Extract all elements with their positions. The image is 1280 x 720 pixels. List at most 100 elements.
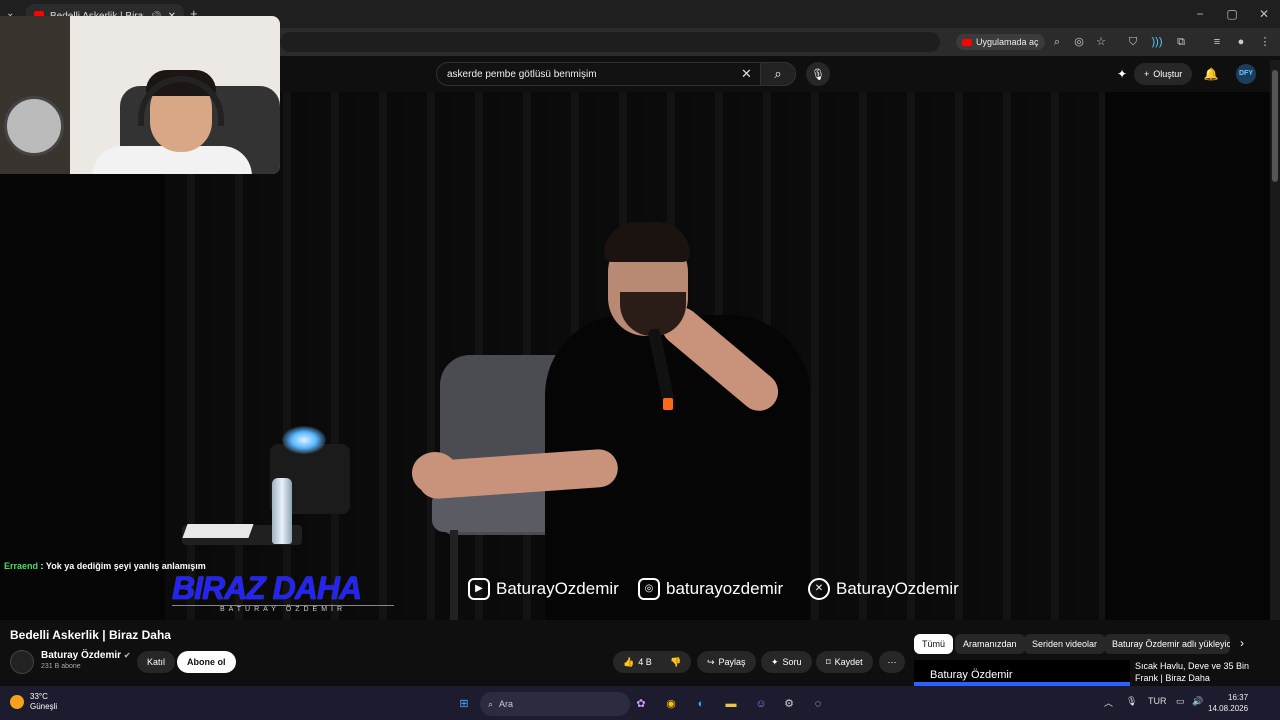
join-label: Katıl bbox=[147, 657, 166, 667]
profile-icon[interactable]: ● bbox=[1232, 33, 1250, 51]
eye-off-icon[interactable]: ◎ bbox=[1070, 33, 1088, 51]
microphone-icon: 🎙 bbox=[811, 68, 825, 81]
microphone-tip bbox=[663, 398, 673, 410]
stage-light bbox=[282, 426, 326, 454]
verified-icon: ✔ bbox=[123, 651, 131, 660]
x-icon: ✕ bbox=[808, 578, 830, 600]
like-button[interactable]: 👍 4 B bbox=[613, 651, 662, 673]
account-avatar[interactable]: DFY bbox=[1236, 64, 1256, 84]
edge-icon[interactable]: ◐ bbox=[691, 694, 711, 714]
join-button[interactable]: Katıl bbox=[137, 651, 176, 673]
copilot-icon[interactable]: ✿ bbox=[631, 694, 651, 714]
show-logo: BIRAZ DAHA BATURAY ÖZDEMİR bbox=[172, 570, 394, 613]
share-button[interactable]: ↪ Paylaş bbox=[697, 651, 756, 673]
clock[interactable]: 16:37 14.08.2026 bbox=[1208, 692, 1248, 714]
water-bottle bbox=[272, 478, 292, 544]
social-instagram: ◎ baturayozdemir bbox=[638, 578, 783, 600]
address-bar[interactable] bbox=[280, 32, 940, 52]
taskbar-search-placeholder: Ara bbox=[499, 699, 514, 709]
weather-widget[interactable]: 33°C Güneşli bbox=[10, 692, 57, 712]
search-button[interactable]: ⌕ bbox=[760, 62, 796, 86]
recommendation-title[interactable]: Sıcak Havlu, Deve ve 35 Bin Frank | Bira… bbox=[1135, 660, 1255, 684]
more-icon: ⋯ bbox=[887, 656, 897, 667]
voice-search-button[interactable]: 🎙 bbox=[806, 62, 830, 86]
bookmark-icon: ⌑ bbox=[826, 656, 831, 667]
social-handle: BaturayOzdemir bbox=[496, 579, 619, 598]
subscribe-button[interactable]: Abone ol bbox=[177, 651, 236, 673]
search-icon: ⌕ bbox=[488, 698, 494, 709]
comedian-hair bbox=[604, 222, 690, 262]
taskbar-search[interactable]: ⌕ Ara bbox=[480, 692, 630, 716]
audio-extension-icon[interactable]: ))) bbox=[1148, 33, 1166, 51]
social-handle: BaturayOzdemir bbox=[836, 579, 959, 598]
network-icon[interactable]: ▭ bbox=[1176, 696, 1185, 707]
create-label: Oluştur bbox=[1153, 69, 1183, 79]
subscribe-label: Abone ol bbox=[187, 657, 226, 667]
dislike-button[interactable]: 👎 bbox=[660, 651, 692, 673]
thumbs-up-icon: 👍 bbox=[623, 656, 635, 667]
extensions-icon[interactable]: ⧉ bbox=[1172, 33, 1190, 51]
recommendation-thumbnail[interactable]: Baturay Özdemir bbox=[914, 660, 1130, 688]
webcam-overlay bbox=[0, 16, 280, 174]
chip-series[interactable]: Seriden videolar bbox=[1024, 634, 1106, 654]
ask-button[interactable]: ✦ Soru bbox=[761, 651, 812, 673]
plus-icon: + bbox=[1144, 69, 1150, 79]
chip-from-search[interactable]: Aramanızdan bbox=[955, 634, 1025, 654]
weather-condition: Güneşli bbox=[30, 702, 58, 711]
scrollbar-thumb[interactable] bbox=[1272, 70, 1278, 182]
file-explorer-icon[interactable]: ▬ bbox=[721, 694, 741, 714]
microphone-tray-icon[interactable]: 🎙 bbox=[1126, 696, 1137, 707]
sparkle-icon: ✦ bbox=[771, 656, 779, 667]
temperature: 33°C bbox=[30, 692, 48, 701]
social-x: ✕ BaturayOzdemir bbox=[808, 578, 959, 600]
chrome-icon[interactable]: ◉ bbox=[661, 694, 681, 714]
search-input[interactable] bbox=[447, 68, 785, 80]
menu-icon[interactable]: ⋮ bbox=[1256, 33, 1274, 51]
social-handle: baturayozdemir bbox=[666, 579, 784, 598]
save-button[interactable]: ⌑ Kaydet bbox=[816, 651, 873, 673]
open-in-app-label: Uygulamada aç bbox=[976, 37, 1039, 47]
channel-name-text: Baturay Özdemir bbox=[41, 650, 122, 661]
chips-next-icon[interactable]: › bbox=[1240, 636, 1244, 650]
time: 16:37 bbox=[1228, 693, 1249, 702]
papers bbox=[182, 524, 254, 538]
shield-icon[interactable]: ⛉ bbox=[1124, 33, 1142, 51]
channel-avatar[interactable] bbox=[10, 650, 34, 674]
channel-name[interactable]: Baturay Özdemir ✔ bbox=[41, 650, 131, 661]
open-in-app-button[interactable]: Uygulamada aç bbox=[956, 34, 1045, 50]
instagram-icon: ◎ bbox=[638, 578, 660, 600]
chip-all[interactable]: Tümü bbox=[914, 634, 954, 654]
input-language[interactable]: TUR bbox=[1148, 696, 1167, 706]
comedian-hand bbox=[412, 452, 458, 494]
close-window-button[interactable]: ✕ bbox=[1244, 4, 1280, 24]
save-label: Kaydet bbox=[834, 657, 863, 667]
chip-channel[interactable]: Baturay Özdemir adlı yükleyicid bbox=[1104, 634, 1230, 654]
more-actions-button[interactable]: ⋯ bbox=[879, 651, 905, 673]
social-youtube: ▶ BaturayOzdemir bbox=[468, 578, 619, 600]
volume-icon[interactable]: 🔊 bbox=[1192, 696, 1203, 707]
show-logo-sub: BATURAY ÖZDEMİR bbox=[172, 605, 394, 613]
zoom-icon[interactable]: ⌕ bbox=[1048, 33, 1066, 51]
create-video-icon[interactable]: ✦ bbox=[1112, 64, 1132, 84]
reading-list-icon[interactable]: ≡ bbox=[1208, 33, 1226, 51]
steam-icon[interactable]: ⚙ bbox=[779, 694, 799, 714]
search-icon: ⌕ bbox=[774, 66, 782, 81]
tray-overflow-icon[interactable]: ︿ bbox=[1104, 696, 1113, 709]
notifications-bell-icon[interactable]: 🔔 bbox=[1201, 64, 1221, 84]
show-logo-main: BIRAZ DAHA bbox=[172, 570, 362, 606]
create-button[interactable]: + Oluştur bbox=[1134, 63, 1193, 85]
app-icon[interactable]: ◌ bbox=[808, 694, 828, 714]
chat-username: Erraend bbox=[4, 561, 39, 571]
youtube-icon: ▶ bbox=[468, 578, 490, 600]
thumbs-down-icon: 👎 bbox=[670, 656, 682, 667]
chair-leg bbox=[450, 530, 458, 620]
start-button[interactable]: ⊞ bbox=[454, 694, 474, 714]
discord-icon[interactable]: ☺ bbox=[751, 694, 771, 714]
date: 14.08.2026 bbox=[1208, 704, 1249, 713]
clear-search-icon[interactable]: ✕ bbox=[741, 66, 752, 82]
bookmark-star-icon[interactable]: ☆ bbox=[1092, 33, 1110, 51]
ask-label: Soru bbox=[782, 657, 802, 667]
desk-fan bbox=[4, 96, 64, 156]
share-label: Paylaş bbox=[718, 657, 746, 667]
like-count: 4 B bbox=[638, 657, 652, 667]
